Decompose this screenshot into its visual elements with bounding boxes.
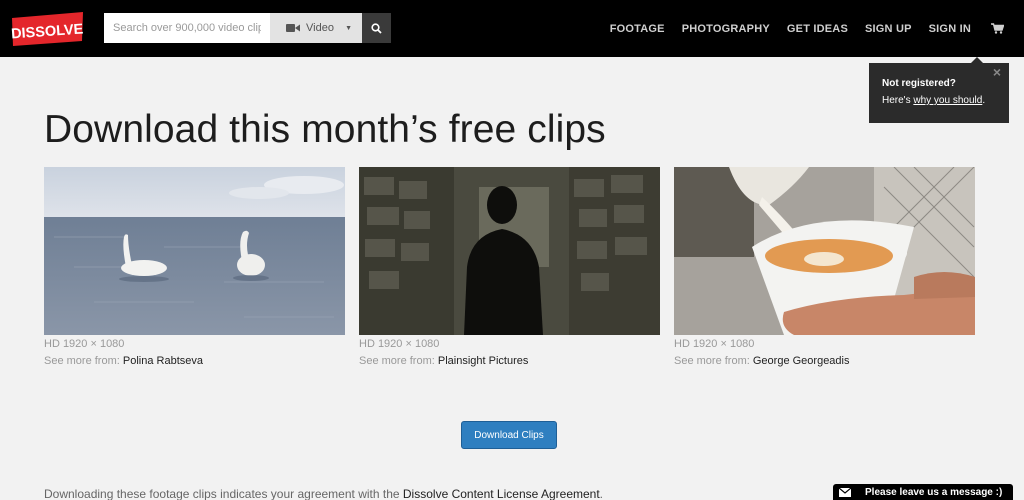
cart-button[interactable] bbox=[991, 23, 1004, 34]
tooltip-suffix: . bbox=[982, 95, 986, 106]
tooltip-heading: Not registered? bbox=[882, 78, 956, 89]
clip-resolution: HD 1920 × 1080 bbox=[674, 338, 755, 350]
nav-photography[interactable]: PHOTOGRAPHY bbox=[682, 23, 770, 35]
chat-label: Please leave us a message :) bbox=[865, 486, 1003, 498]
license-agreement-link[interactable]: Dissolve Content License Agreement bbox=[403, 487, 600, 500]
chat-widget-button[interactable]: Please leave us a message :) bbox=[833, 484, 1013, 500]
see-more-label: See more from: bbox=[44, 355, 120, 367]
registration-tooltip: Not registered? Here's why you should. × bbox=[869, 57, 1009, 123]
page-title: Download this month’s free clips bbox=[44, 108, 606, 151]
license-notice: Downloading these footage clips indicate… bbox=[44, 487, 603, 500]
see-more-label: See more from: bbox=[674, 355, 750, 367]
clip-author-line: See more from: George Georgeadis bbox=[674, 355, 975, 368]
clip-author-line: See more from: Polina Rabtseva bbox=[44, 355, 345, 368]
nav-sign-in[interactable]: SIGN IN bbox=[929, 23, 971, 35]
license-notice-text: Downloading these footage clips indicate… bbox=[44, 487, 403, 500]
clip-thumbnail-swans[interactable] bbox=[44, 167, 345, 335]
nav-sign-up[interactable]: SIGN UP bbox=[865, 23, 912, 35]
tooltip-prefix: Here's bbox=[882, 95, 914, 106]
cart-icon bbox=[991, 23, 1004, 34]
nav-footage[interactable]: FOOTAGE bbox=[610, 23, 665, 35]
download-clips-button[interactable]: Download Clips bbox=[461, 421, 557, 449]
clip-author-link[interactable]: George Georgeadis bbox=[753, 355, 850, 367]
close-icon[interactable]: × bbox=[993, 64, 1001, 81]
clip-resolution: HD 1920 × 1080 bbox=[359, 338, 440, 350]
clip-author-link[interactable]: Plainsight Pictures bbox=[438, 355, 529, 367]
video-camera-icon bbox=[286, 24, 300, 32]
main-nav: FOOTAGE PHOTOGRAPHY GET IDEAS SIGN UP SI… bbox=[593, 0, 1004, 57]
envelope-icon bbox=[839, 487, 851, 497]
chevron-down-icon: ▼ bbox=[345, 24, 352, 32]
clip-card: HD 1920 × 1080 See more from: Polina Rab… bbox=[44, 167, 345, 368]
top-header: DISSOLVE Video ▼ FOOTAGE PHOTOGRAPHY GET… bbox=[0, 0, 1024, 57]
clip-author-line: See more from: Plainsight Pictures bbox=[359, 355, 660, 368]
search-input[interactable] bbox=[104, 13, 270, 43]
clip-resolution: HD 1920 × 1080 bbox=[44, 338, 125, 350]
see-more-label: See more from: bbox=[359, 355, 435, 367]
clip-author-link[interactable]: Polina Rabtseva bbox=[123, 355, 203, 367]
nav-get-ideas[interactable]: GET IDEAS bbox=[787, 23, 848, 35]
dissolve-logo[interactable]: DISSOLVE bbox=[10, 11, 85, 47]
search-button[interactable] bbox=[362, 13, 391, 43]
search-bar: Video ▼ bbox=[104, 13, 391, 43]
clip-card: HD 1920 × 1080 See more from: George Geo… bbox=[674, 167, 975, 368]
search-icon bbox=[371, 22, 382, 34]
license-notice-suffix: . bbox=[599, 487, 604, 500]
clip-thumbnail-silhouette[interactable] bbox=[359, 167, 660, 335]
clip-card: HD 1920 × 1080 See more from: Plainsight… bbox=[359, 167, 660, 368]
clip-thumbnail-coffee[interactable] bbox=[674, 167, 975, 335]
media-type-label: Video bbox=[306, 22, 334, 34]
why-you-should-link[interactable]: why you should bbox=[913, 95, 982, 106]
media-type-select[interactable]: Video ▼ bbox=[270, 13, 362, 43]
